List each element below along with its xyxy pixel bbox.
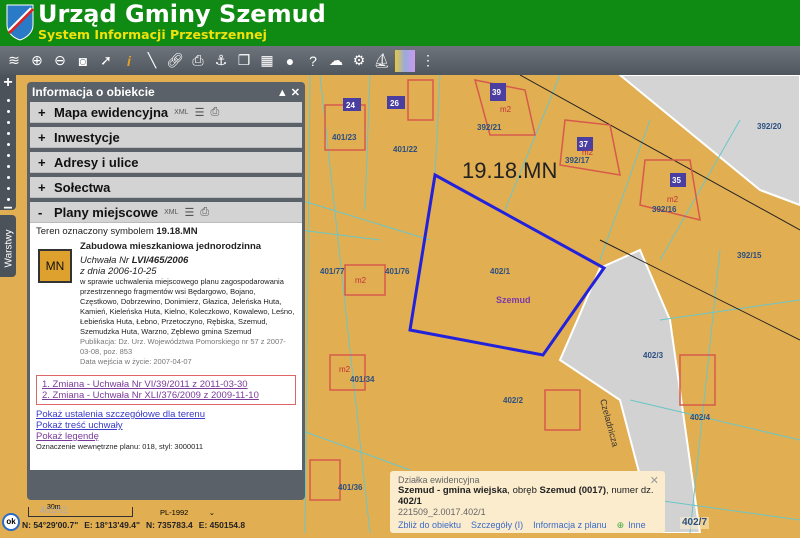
parcel-label: 402/7 xyxy=(680,517,709,529)
xml-icon[interactable]: XML xyxy=(164,209,178,216)
sail-icon[interactable]: ⛵︎ xyxy=(372,50,392,72)
house-number: 35 xyxy=(672,176,681,185)
details-link[interactable]: Szczegóły (I) xyxy=(471,520,523,531)
parcel-label: 401/22 xyxy=(393,145,418,154)
list-icon[interactable]: ☰ xyxy=(195,106,205,119)
change-link-1[interactable]: 1. Zmiana - Uchwała Nr VI/39/2011 z 2011… xyxy=(42,379,290,390)
resolution-number: LVI/465/2006 xyxy=(132,255,189,266)
resolution-description: w sprawie uchwalenia miejscowego planu z… xyxy=(80,277,296,337)
parcel-label: 392/17 xyxy=(565,156,590,165)
building-tag: m2 xyxy=(667,195,679,204)
zone-symbol: 19.18.MN xyxy=(156,226,197,237)
print-icon[interactable]: ⎙ xyxy=(200,206,209,219)
show-details-link[interactable]: Pokaż ustalenia szczegółowe dla terenu xyxy=(36,409,296,420)
section-inwestycje[interactable]: +Inwestycje xyxy=(30,127,302,148)
parcel-id: 221509_2.0017.402/1 xyxy=(398,507,657,517)
parcel-label: 402/3 xyxy=(643,351,664,360)
cloud-upload-icon[interactable]: ☁ xyxy=(326,50,346,72)
house-number: 24 xyxy=(346,101,355,110)
parcel-label: 402/1 xyxy=(490,267,511,276)
parcel-label: 401/23 xyxy=(332,133,357,142)
change-link-2[interactable]: 2. Zmiana - Uchwała Nr XLI/376/2009 z 20… xyxy=(42,390,290,401)
print-icon[interactable]: ⎙ xyxy=(188,50,208,72)
srs-select[interactable]: PL-1992⌄ xyxy=(160,508,215,517)
comment-icon[interactable]: ● xyxy=(280,50,300,72)
plan-content: Teren oznaczony symbolem 19.18.MN MN Zab… xyxy=(30,223,302,470)
xml-icon[interactable]: XML xyxy=(174,109,188,116)
palette-icon[interactable] xyxy=(395,50,415,72)
parcel-label: 392/16 xyxy=(652,205,677,214)
zoom-slider[interactable]: + − xyxy=(0,75,16,210)
collapse-close-controls[interactable]: ▲ ✕ xyxy=(277,86,300,99)
layout-icon[interactable]: ▦ xyxy=(257,50,277,72)
zone-name: Zabudowa mieszkaniowa jednorodzinna xyxy=(80,241,296,252)
section-adresy[interactable]: +Adresy i ulice xyxy=(30,152,302,173)
chevron-down-icon: ⌄ xyxy=(209,508,215,517)
popup-close-icon[interactable]: ✕ xyxy=(650,474,659,487)
print-icon[interactable]: ⎙ xyxy=(210,106,219,119)
parcel-label: 401/77 xyxy=(320,267,345,276)
show-resolution-link[interactable]: Pokaż treść uchwały xyxy=(36,420,296,431)
help-icon[interactable]: ? xyxy=(303,50,323,72)
changes-box: 1. Zmiana - Uchwała Nr VI/39/2011 z 2011… xyxy=(36,375,296,405)
place-label: Szemud xyxy=(496,295,531,305)
building-tag: m2 xyxy=(582,148,594,157)
parcel-label: 392/15 xyxy=(737,251,762,260)
pointer-icon[interactable]: ➚ xyxy=(96,50,116,72)
section-solectwa[interactable]: +Sołectwa xyxy=(30,177,302,198)
parcel-label: 401/34 xyxy=(350,375,375,384)
zoom-in-icon[interactable]: ⊕ xyxy=(27,50,47,72)
plus-circle-icon[interactable]: ⊕ xyxy=(617,520,625,531)
zone-label: 19.18.MN xyxy=(462,158,557,183)
layers-tab-label: Warstwy xyxy=(4,218,15,268)
parcel-label: 392/21 xyxy=(477,123,502,132)
app-subtitle: System Informacji Przestrzennej xyxy=(38,27,267,42)
parcel-label: 401/76 xyxy=(385,267,410,276)
plan-info-link[interactable]: Informacja z planu xyxy=(533,520,607,531)
coordinates-readout: N: 54°29'00.7" E: 18°13'49.4" N: 735783.… xyxy=(22,520,245,530)
section-mapa-ewidencyjna[interactable]: +Mapa ewidencyjnaXML☰⎙ xyxy=(30,102,302,123)
zoom-extent-icon[interactable]: ◙ xyxy=(73,50,93,72)
mn-badge: MN xyxy=(38,249,72,283)
effective-date: Data wejścia w życie: 2007-04-07 xyxy=(80,357,296,367)
list-icon[interactable]: ☰ xyxy=(184,206,194,219)
building-tag: m2 xyxy=(339,365,351,374)
parcel-popup: Działka ewidencyjna ✕ Szemud - gmina wie… xyxy=(390,471,665,533)
parcel-label: 402/4 xyxy=(690,413,711,422)
section-plany-miejscowe[interactable]: -Plany miejscoweXML☰⎙ xyxy=(30,202,302,223)
object-info-panel: Informacja o obiekcie▲ ✕ +Mapa ewidencyj… xyxy=(27,82,305,500)
panel-title: Informacja o obiekcie xyxy=(32,85,155,99)
settings-icon[interactable]: ⚙ xyxy=(349,50,369,72)
house-number: 39 xyxy=(492,88,501,97)
link-icon[interactable]: 🔗︎ xyxy=(165,50,185,72)
publication: Publikacja: Dz. Urz. Województwa Pomorsk… xyxy=(80,337,296,357)
info-icon[interactable]: i xyxy=(119,50,139,72)
resolution-date: z dnia 2006-10-25 xyxy=(80,266,296,277)
coat-of-arms-logo xyxy=(5,3,35,41)
app-title: Urząd Gminy Szemud xyxy=(38,0,326,28)
internal-designation: Oznaczenie wewnętrzne planu: 018, styl: … xyxy=(36,442,296,452)
measure-icon[interactable]: ╲ xyxy=(142,50,162,72)
scale-parcel-label: 401/52 xyxy=(40,505,68,515)
building-tag: m2 xyxy=(355,276,367,285)
zoom-in-button[interactable]: + xyxy=(0,75,16,91)
parcel-label: 401/36 xyxy=(338,483,363,492)
other-link[interactable]: Inne xyxy=(628,520,646,531)
header: Urząd Gminy Szemud System Informacji Prz… xyxy=(0,0,800,46)
toolbar: ≋ ⊕ ⊖ ◙ ➚ i ╲ 🔗︎ ⎙ ⚓︎ ❐ ▦ ● ? ☁ ⚙ ⛵︎ ⋮ xyxy=(0,46,800,75)
parcel-label: 392/20 xyxy=(757,122,782,131)
parcel-label: 402/2 xyxy=(503,396,524,405)
popup-title: Działka ewidencyjna xyxy=(398,475,657,485)
layers-icon[interactable]: ≋ xyxy=(4,50,24,72)
copy-icon[interactable]: ❐ xyxy=(234,50,254,72)
zoom-to-object-link[interactable]: Zbliż do obiektu xyxy=(398,520,461,531)
zoom-out-icon[interactable]: ⊖ xyxy=(50,50,70,72)
building-tag: m2 xyxy=(500,105,512,114)
anchor-icon[interactable]: ⚓︎ xyxy=(211,50,231,72)
layers-tab[interactable]: Warstwy xyxy=(0,215,16,277)
house-number: 26 xyxy=(390,99,399,108)
ok-button[interactable]: ok xyxy=(2,513,20,531)
share-icon[interactable]: ⋮ xyxy=(418,50,438,72)
show-legend-link[interactable]: Pokaż legendę xyxy=(36,431,296,442)
